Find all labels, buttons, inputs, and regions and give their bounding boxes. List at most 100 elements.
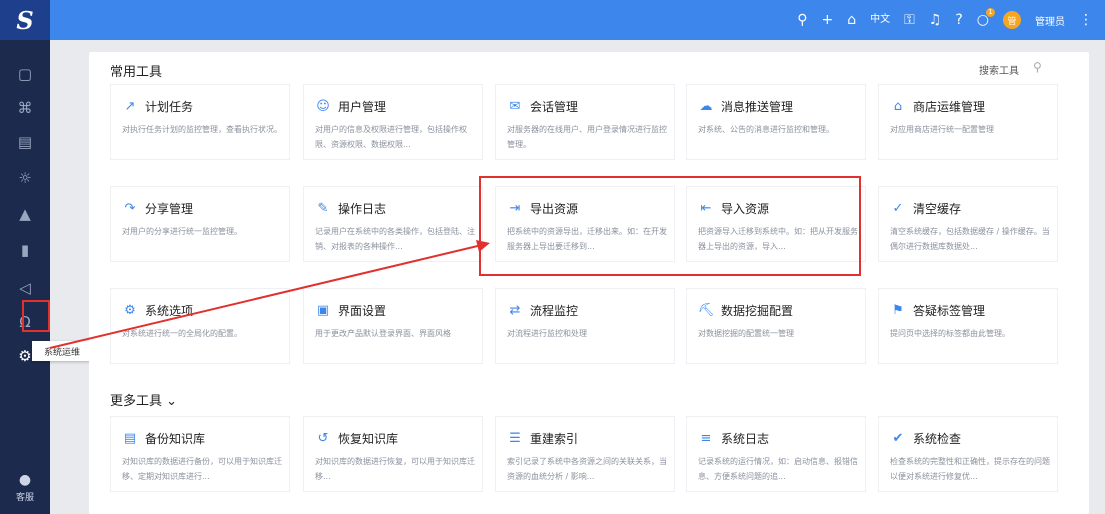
tool-card-title: 界面设置 xyxy=(338,303,387,318)
tool-card-description: 用于更改产品默认登录界面、界面风格 xyxy=(315,329,451,338)
tool-card-description: 索引记录了系统中各资源之间的关联关系，当资源的血统分析 / 影响... xyxy=(507,457,667,481)
tool-card-description: 对用户的信息及权限进行管理，包括操作权限、资源权限、数据权限... xyxy=(315,125,467,149)
tool-card-header: ✉ 会话管理 xyxy=(507,97,664,115)
tool-card-header: ⚙ 系统选项 xyxy=(122,301,279,319)
tool-card-title: 用户管理 xyxy=(338,99,387,114)
lock-icon[interactable]: ⚿ xyxy=(904,13,915,27)
tool-card[interactable]: ⚙ 系统选项对系统进行统一的全局化的配置。 xyxy=(110,288,290,364)
tool-card[interactable]: ⇄ 流程监控 对流程进行监控和处理 xyxy=(495,288,675,364)
analysis-icon[interactable]: ☼ xyxy=(0,162,50,194)
tool-card[interactable]: ☁ 消息推送管理 对系统、公告的消息进行监控和管理。 xyxy=(686,84,866,160)
tool-card-description: 对数据挖掘的配置统一管理 xyxy=(698,329,794,338)
tool-card[interactable]: ✔ 系统检查检查系统的完整性和正确性，提示存在的问题以便对系统进行修复优... xyxy=(878,416,1058,492)
report-icon[interactable]: ▲ xyxy=(0,198,50,230)
customer-service[interactable]: ● 客服 xyxy=(0,472,50,508)
tool-card-description: 对系统进行统一的全局化的配置。 xyxy=(122,329,242,338)
search-icon[interactable]: ⚲ xyxy=(1033,60,1042,74)
tool-card-description: 对知识库的数据进行恢复，可以用于知识库迁移... xyxy=(315,457,475,481)
app-logo[interactable]: S xyxy=(0,0,50,40)
tool-card-title: 会话管理 xyxy=(530,99,579,114)
tool-card-header: ☰ 重建索引 xyxy=(507,429,664,447)
database-icon[interactable]: ▤ xyxy=(0,126,50,158)
tool-card[interactable]: ☺ 用户管理对用户的信息及权限进行管理，包括操作权限、资源权限、数据权限... xyxy=(303,84,483,160)
tool-card[interactable]: ✎ 操作日志记录用户在系统中的各类操作，包括登陆、注销、对报表的各种操作... xyxy=(303,186,483,262)
avatar[interactable]: 管 xyxy=(1003,11,1021,29)
message-icon[interactable]: ○ 1 xyxy=(977,8,995,27)
tool-card-description: 提问页中选择的标签都由此管理。 xyxy=(890,329,1010,338)
tool-card-header: ⛏ 数据挖掘配置 xyxy=(698,301,855,319)
tool-card-header: ✎ 操作日志 xyxy=(315,199,472,217)
tool-card[interactable]: ▤ 备份知识库对知识库的数据进行备份，可以用于知识库迁移、定期对知识库进行... xyxy=(110,416,290,492)
tool-card[interactable]: ↗ 计划任务对执行任务计划的监控管理，查看执行状况。 xyxy=(110,84,290,160)
tool-card-title: 系统日志 xyxy=(721,431,770,446)
tool-card-header: ☺ 用户管理 xyxy=(315,97,472,115)
tool-card-description: 对系统、公告的消息进行监控和管理。 xyxy=(698,125,834,134)
tool-card[interactable]: ✓ 清空缓存清空系统缓存，包括数据缓存 / 操作缓存。当偶尔进行数据库数据处... xyxy=(878,186,1058,262)
tool-card-header: ▤ 备份知识库 xyxy=(122,429,279,447)
tool-card-description: 对知识库的数据进行备份，可以用于知识库迁移、定期对知识库进行... xyxy=(122,457,282,481)
chevron-down-icon: ⌄ xyxy=(166,394,178,409)
clear-cache-icon: ✓ xyxy=(892,200,904,216)
tool-card-title: 答疑标签管理 xyxy=(913,303,986,318)
tool-card-title: 计划任务 xyxy=(145,99,194,114)
backup-icon: ▤ xyxy=(123,430,137,446)
edit-log-icon: ✎ xyxy=(317,200,329,216)
user-icon: ☺ xyxy=(316,98,330,114)
sidebar-highlight-box xyxy=(22,300,50,332)
message-push-icon: ☁ xyxy=(699,98,713,114)
more-menu-icon[interactable]: ⋮ xyxy=(1079,13,1093,27)
tool-card-header: ↗ 计划任务 xyxy=(122,97,279,115)
tool-card-description: 检查系统的完整性和正确性，提示存在的问题以便对系统进行修复优... xyxy=(890,457,1050,481)
tool-card[interactable]: ≡ 系统日志 记录系统的运行情况，如：启动信息、报错信息、方便系统问题的追... xyxy=(686,416,866,492)
user-name[interactable]: 管理员 xyxy=(1035,13,1065,28)
share-icon: ↷ xyxy=(124,200,136,216)
tool-card[interactable]: ↷ 分享管理对用户的分享进行统一监控管理。 xyxy=(110,186,290,262)
more-tools-label: 更多工具 xyxy=(110,394,163,409)
tool-card[interactable]: ⚑ 答疑标签管理提问页中选择的标签都由此管理。 xyxy=(878,288,1058,364)
search-icon[interactable]: ⚲ xyxy=(797,13,807,27)
interface-icon: ▣ xyxy=(316,302,330,318)
notification-badge: 1 xyxy=(986,8,995,17)
chat-icon: ✉ xyxy=(509,98,521,114)
tool-card-title: 流程监控 xyxy=(530,303,579,318)
apps-icon[interactable]: ⌘ xyxy=(0,92,50,124)
highlight-box xyxy=(479,176,861,276)
tool-card-header: ✓ 清空缓存 xyxy=(890,199,1047,217)
bell-icon[interactable]: ♫ xyxy=(929,13,942,27)
tool-card-description: 清空系统缓存，包括数据缓存 / 操作缓存。当偶尔进行数据库数据处... xyxy=(890,227,1050,251)
tool-card-header: ✔ 系统检查 xyxy=(890,429,1047,447)
chart-icon[interactable]: ▮ xyxy=(0,234,50,266)
plus-icon[interactable]: + xyxy=(822,13,834,27)
tool-card-description: 对用户的分享进行统一监控管理。 xyxy=(122,227,242,236)
more-tools-title[interactable]: 更多工具 ⌄ xyxy=(110,390,177,409)
tool-card[interactable]: ↺ 恢复知识库 对知识库的数据进行恢复，可以用于知识库迁移... xyxy=(303,416,483,492)
customer-service-label: 客服 xyxy=(15,493,34,503)
tool-card[interactable]: ✉ 会话管理 对服务器的在线用户、用户登录情况进行监控管理。 xyxy=(495,84,675,160)
tag-icon: ⚑ xyxy=(892,302,904,318)
tool-card[interactable]: ⛏ 数据挖掘配置对数据挖掘的配置统一管理 xyxy=(686,288,866,364)
search-tools-link[interactable]: 搜索工具 xyxy=(979,62,1019,77)
help-icon[interactable]: ? xyxy=(955,13,962,27)
tool-card-description: 对应用商店进行统一配置管理 xyxy=(890,125,994,134)
mining-icon: ⛏ xyxy=(697,302,715,318)
tool-card-title: 分享管理 xyxy=(145,201,194,216)
tool-card-description: 对流程进行监控和处理 xyxy=(507,329,587,338)
tool-card[interactable]: ⌂ 商店运维管理 对应用商店进行统一配置管理 xyxy=(878,84,1058,160)
restore-icon: ↺ xyxy=(317,430,329,446)
home-icon[interactable]: ⌂ xyxy=(847,13,856,27)
top-toolbar: ⚲ + ⌂ 中文 ⚿ ♫ ? ○ 1 管 管理员 ⋮ xyxy=(797,0,1093,40)
tool-card-title: 清空缓存 xyxy=(913,201,962,216)
tool-card[interactable]: ▣ 界面设置用于更改产品默认登录界面、界面风格 xyxy=(303,288,483,364)
tooltip: 系统运维 xyxy=(32,341,92,361)
desktop-icon[interactable]: ▢ xyxy=(0,58,50,90)
tool-card[interactable]: ☰ 重建索引索引记录了系统中各资源之间的关联关系，当资源的血统分析 / 影响... xyxy=(495,416,675,492)
common-tools-title: 常用工具 xyxy=(110,65,163,80)
headset-service-icon: ● xyxy=(18,472,32,488)
tool-card-description: 记录系统的运行情况，如：启动信息、报错信息、方便系统问题的追... xyxy=(698,457,858,481)
language-switch[interactable]: 中文 xyxy=(870,15,890,25)
reindex-icon: ☰ xyxy=(509,430,521,446)
tool-card-description: 记录用户在系统中的各类操作，包括登陆、注销、对报表的各种操作... xyxy=(315,227,475,251)
tool-card-header: ↷ 分享管理 xyxy=(122,199,279,217)
tool-card-description: 对执行任务计划的监控管理，查看执行状况。 xyxy=(122,125,282,134)
tool-card-title: 数据挖掘配置 xyxy=(721,303,794,318)
